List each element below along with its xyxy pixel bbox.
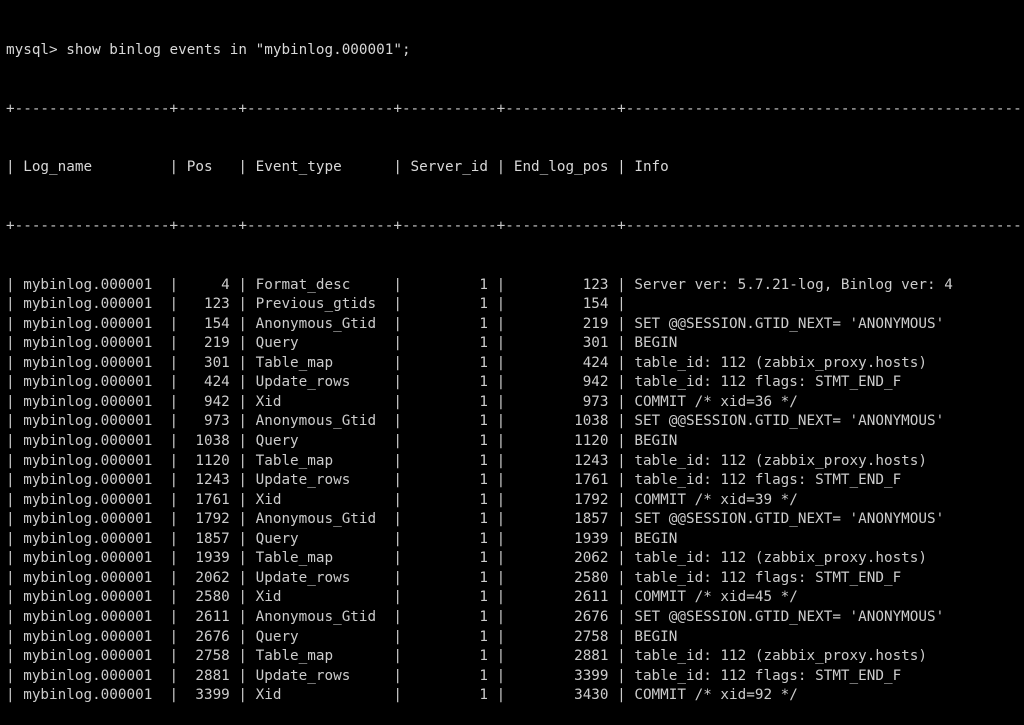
table-row: | mybinlog.000001 | 2062 | Update_rows |…	[6, 569, 1024, 589]
table-row: | mybinlog.000001 | 219 | Query | 1 | 30…	[6, 334, 1024, 354]
table-row: | mybinlog.000001 | 1792 | Anonymous_Gti…	[6, 510, 1024, 530]
command-prompt-line: mysql> show binlog events in "mybinlog.0…	[6, 41, 1024, 61]
table-row: | mybinlog.000001 | 1857 | Query | 1 | 1…	[6, 530, 1024, 550]
table-row: | mybinlog.000001 | 1939 | Table_map | 1…	[6, 549, 1024, 569]
table-row: | mybinlog.000001 | 1120 | Table_map | 1…	[6, 452, 1024, 472]
table-row: | mybinlog.000001 | 2676 | Query | 1 | 2…	[6, 628, 1024, 648]
table-row: | mybinlog.000001 | 2580 | Xid | 1 | 261…	[6, 588, 1024, 608]
table-header-border: +------------------+-------+------------…	[6, 217, 1024, 237]
table-row: | mybinlog.000001 | 424 | Update_rows | …	[6, 373, 1024, 393]
table-row: | mybinlog.000001 | 1761 | Xid | 1 | 179…	[6, 491, 1024, 511]
table-row: | mybinlog.000001 | 2881 | Update_rows |…	[6, 667, 1024, 687]
table-row: | mybinlog.000001 | 4 | Format_desc | 1 …	[6, 276, 1024, 296]
table-row: | mybinlog.000001 | 1243 | Update_rows |…	[6, 471, 1024, 491]
table-row: | mybinlog.000001 | 301 | Table_map | 1 …	[6, 354, 1024, 374]
table-body: | mybinlog.000001 | 4 | Format_desc | 1 …	[6, 276, 1024, 706]
table-row: | mybinlog.000001 | 1038 | Query | 1 | 1…	[6, 432, 1024, 452]
table-row: | mybinlog.000001 | 154 | Anonymous_Gtid…	[6, 315, 1024, 335]
table-row: | mybinlog.000001 | 2758 | Table_map | 1…	[6, 647, 1024, 667]
terminal-window[interactable]: mysql> show binlog events in "mybinlog.0…	[0, 0, 1024, 500]
table-row: | mybinlog.000001 | 2611 | Anonymous_Gti…	[6, 608, 1024, 628]
table-row: | mybinlog.000001 | 123 | Previous_gtids…	[6, 295, 1024, 315]
table-row: | mybinlog.000001 | 942 | Xid | 1 | 973 …	[6, 393, 1024, 413]
table-row: | mybinlog.000001 | 3399 | Xid | 1 | 343…	[6, 686, 1024, 706]
table-top-border: +------------------+-------+------------…	[6, 100, 1024, 120]
table-header-row: | Log_name | Pos | Event_type | Server_i…	[6, 158, 1024, 178]
table-row: | mybinlog.000001 | 973 | Anonymous_Gtid…	[6, 412, 1024, 432]
